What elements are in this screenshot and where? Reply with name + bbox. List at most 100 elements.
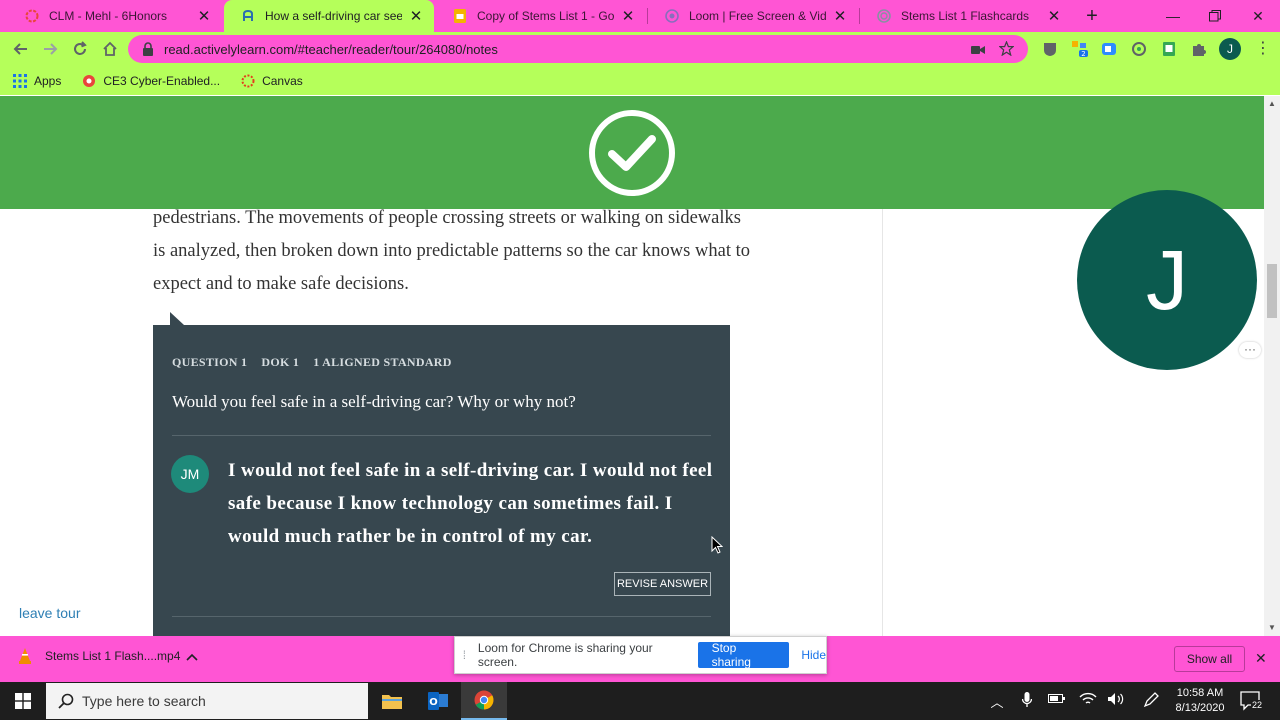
reader-page: pedestrians. The movements of people cro… bbox=[0, 96, 1264, 636]
show-all-downloads-button[interactable]: Show all bbox=[1174, 646, 1245, 672]
tab-google-slides[interactable]: Copy of Stems List 1 - Google ✕ bbox=[436, 0, 646, 32]
bookmark-label: Apps bbox=[34, 73, 62, 88]
extension-badge-icon[interactable]: 2 bbox=[1071, 40, 1089, 58]
minimize-icon[interactable]: — bbox=[1152, 0, 1194, 32]
tab-clm[interactable]: CLM - Mehl - 6Honors ✕ bbox=[8, 0, 222, 32]
screen-share-notice: ⁞ Loom for Chrome is sharing your screen… bbox=[454, 636, 827, 674]
window-close-icon[interactable]: ✕ bbox=[1237, 0, 1279, 32]
vlc-cone-icon bbox=[18, 648, 32, 664]
search-icon bbox=[58, 693, 74, 709]
lock-icon bbox=[142, 42, 156, 56]
close-icon[interactable]: ✕ bbox=[832, 7, 848, 25]
battery-icon[interactable] bbox=[1047, 692, 1067, 710]
question-pointer bbox=[170, 312, 184, 325]
back-arrow-icon[interactable] bbox=[10, 38, 32, 60]
tab-quizlet[interactable]: Stems List 1 Flashcards ✕ bbox=[860, 0, 1072, 32]
clock-time: 10:58 AM bbox=[1176, 687, 1224, 699]
quizlet-icon bbox=[876, 8, 892, 24]
tab-label: Loom | Free Screen & Video Re bbox=[689, 9, 826, 23]
mouse-cursor-icon bbox=[711, 535, 724, 559]
close-icon[interactable]: ✕ bbox=[408, 7, 424, 25]
hide-button[interactable]: Hide bbox=[801, 648, 826, 662]
share-message: Loom for Chrome is sharing your screen. bbox=[477, 641, 653, 669]
show-hidden-icons[interactable]: ︿ bbox=[987, 692, 1007, 710]
close-icon[interactable]: ✕ bbox=[196, 7, 212, 25]
extension-pinwheel-icon[interactable] bbox=[1130, 40, 1148, 58]
windows-taskbar: Type here to search O ︿ 10:58 AM 8/13/20… bbox=[0, 682, 1280, 720]
scroll-down-icon[interactable]: ▼ bbox=[1264, 620, 1280, 636]
checkmark-circle-icon bbox=[589, 109, 675, 196]
close-download-bar-icon[interactable]: ✕ bbox=[1255, 650, 1267, 667]
article-paragraph: pedestrians. The movements of people cro… bbox=[153, 208, 750, 294]
camera-icon[interactable] bbox=[971, 42, 985, 60]
revise-answer-button[interactable]: REVISE ANSWER bbox=[614, 572, 711, 596]
more-options-icon[interactable]: ··· bbox=[1239, 342, 1261, 358]
taskbar-search[interactable]: Type here to search bbox=[46, 683, 368, 719]
close-icon[interactable]: ✕ bbox=[620, 7, 636, 25]
notification-center-icon[interactable]: 22 bbox=[1240, 691, 1264, 711]
reload-icon[interactable] bbox=[69, 38, 91, 60]
new-tab-button[interactable]: + bbox=[1081, 5, 1103, 27]
google-slides-icon bbox=[452, 8, 468, 24]
profile-avatar[interactable]: J bbox=[1219, 38, 1241, 60]
bookmark-star-icon[interactable] bbox=[998, 40, 1015, 61]
chrome-icon[interactable] bbox=[461, 682, 507, 720]
canvas-icon bbox=[240, 73, 256, 89]
question-meta: QUESTION 1 DOK 1 1 ALIGNED STANDARD bbox=[172, 355, 452, 370]
close-icon[interactable]: ✕ bbox=[1046, 7, 1062, 25]
tab-loom[interactable]: Loom | Free Screen & Video Re ✕ bbox=[648, 0, 858, 32]
pen-ink-icon[interactable] bbox=[1141, 692, 1161, 710]
address-bar[interactable]: read.activelylearn.com/#teacher/reader/t… bbox=[128, 35, 1028, 63]
restore-icon[interactable] bbox=[1194, 0, 1236, 32]
url-text: read.activelylearn.com/#teacher/reader/t… bbox=[164, 41, 498, 57]
actively-learn-icon bbox=[240, 8, 256, 24]
scroll-up-icon[interactable]: ▲ bbox=[1264, 96, 1280, 112]
question-text: Would you feel safe in a self-driving ca… bbox=[172, 392, 576, 411]
zoom-extension-icon[interactable] bbox=[1100, 40, 1118, 58]
divider bbox=[172, 435, 711, 436]
file-explorer-icon[interactable] bbox=[369, 682, 415, 720]
download-item[interactable]: Stems List 1 Flash....mp4 bbox=[18, 648, 180, 664]
wifi-icon[interactable] bbox=[1078, 692, 1098, 710]
tab-self-driving[interactable]: How a self-driving car sees the ✕ bbox=[224, 0, 434, 32]
tab-label: Stems List 1 Flashcards bbox=[901, 9, 1030, 23]
outlook-icon[interactable]: O bbox=[415, 682, 461, 720]
extension-doc-icon[interactable] bbox=[1160, 40, 1178, 58]
aligned-standard-link[interactable]: 1 ALIGNED STANDARD bbox=[313, 355, 452, 370]
page-scrollbar[interactable]: ▲ ▼ bbox=[1264, 96, 1280, 636]
tab-label: CLM - Mehl - 6Honors bbox=[49, 9, 168, 23]
volume-icon[interactable] bbox=[1106, 692, 1126, 710]
drag-handle-icon[interactable]: ⁞ bbox=[455, 648, 474, 662]
chevron-up-icon[interactable] bbox=[186, 650, 198, 664]
dok-level: DOK 1 bbox=[261, 355, 300, 369]
download-filename: Stems List 1 Flash....mp4 bbox=[45, 649, 181, 663]
student-answer: I would not feel safe in a self-driving … bbox=[228, 460, 713, 547]
extension-shield-icon[interactable] bbox=[1041, 40, 1059, 58]
microphone-icon[interactable] bbox=[1017, 692, 1037, 710]
bookmark-apps[interactable]: Apps bbox=[12, 73, 61, 89]
success-banner bbox=[0, 96, 1264, 209]
bookmark-ce3[interactable]: CE3 Cyber-Enabled... bbox=[81, 73, 220, 89]
ce3-icon bbox=[81, 73, 97, 89]
bookmark-canvas[interactable]: Canvas bbox=[240, 73, 303, 89]
browser-toolbar: read.activelylearn.com/#teacher/reader/t… bbox=[0, 32, 1280, 66]
loom-icon bbox=[664, 8, 680, 24]
tab-strip: CLM - Mehl - 6Honors ✕ How a self-drivin… bbox=[0, 0, 1280, 32]
menu-kebab-icon[interactable]: ⋮ bbox=[1254, 40, 1272, 58]
student-avatar: JM bbox=[171, 455, 209, 493]
leave-tour-link[interactable]: leave tour bbox=[19, 605, 80, 621]
system-clock[interactable]: 10:58 AM 8/13/2020 bbox=[1168, 686, 1232, 716]
extensions-puzzle-icon[interactable] bbox=[1190, 40, 1208, 58]
clm-ring-icon bbox=[24, 8, 40, 24]
webcam-bubble-avatar[interactable]: J bbox=[1077, 190, 1257, 370]
search-placeholder: Type here to search bbox=[82, 693, 206, 709]
home-icon[interactable] bbox=[99, 38, 121, 60]
stop-sharing-button[interactable]: Stop sharing bbox=[697, 641, 790, 669]
divider bbox=[172, 616, 711, 617]
scroll-thumb[interactable] bbox=[1267, 264, 1277, 318]
forward-arrow-icon[interactable] bbox=[39, 38, 61, 60]
apps-grid-icon bbox=[12, 73, 28, 89]
notification-count: 22 bbox=[1251, 700, 1264, 710]
question-number: QUESTION 1 bbox=[172, 355, 248, 369]
windows-start-icon[interactable] bbox=[0, 682, 46, 720]
